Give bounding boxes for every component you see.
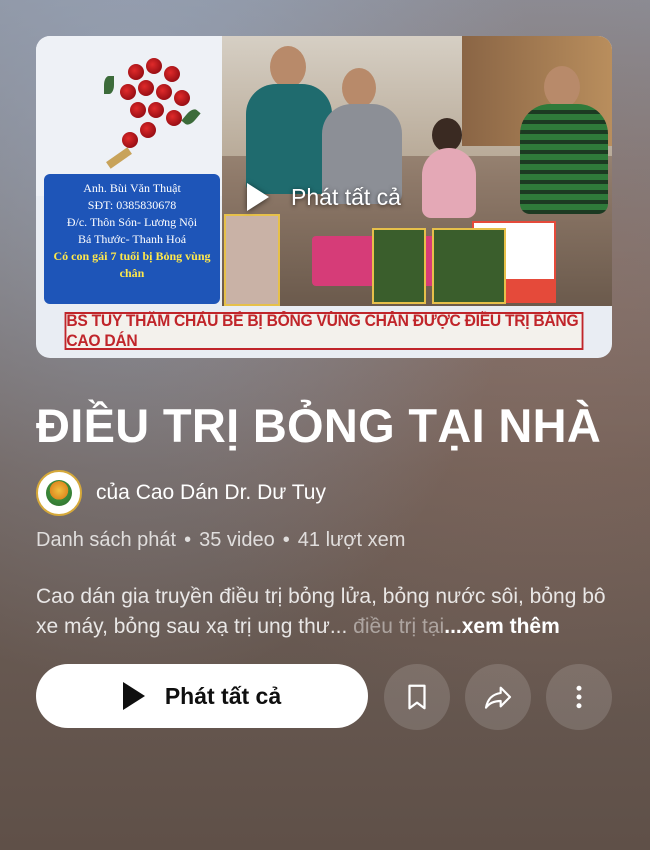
playlist-thumbnail[interactable]: Anh. Bùi Văn Thuật SĐT: 0385830678 Đ/c. …: [36, 36, 612, 358]
play-all-button[interactable]: Phát tất cả: [36, 664, 368, 728]
share-button[interactable]: [465, 664, 531, 730]
share-icon: [484, 686, 512, 709]
play-overlay-label: Phát tất cả: [291, 183, 401, 210]
channel-avatar[interactable]: [36, 470, 82, 516]
playlist-description[interactable]: Cao dán gia truyền điều trị bỏng lửa, bỏ…: [36, 582, 616, 642]
video-count: 35 video: [199, 529, 275, 551]
channel-link[interactable]: của Cao Dán Dr. Dư Tuy: [36, 470, 326, 516]
playlist-title: ĐIỀU TRỊ BỎNG TẠI NHÀ: [36, 399, 602, 452]
meta-separator: •: [184, 529, 192, 551]
playlist-meta: Danh sách phát • 35 video • 41 lượt xem: [36, 529, 405, 552]
meta-separator: •: [282, 529, 290, 551]
description-faded-text: điều trị tại: [347, 615, 445, 638]
save-playlist-button[interactable]: [384, 664, 450, 730]
show-more-link[interactable]: ...xem thêm: [444, 615, 560, 638]
play-icon: [247, 183, 270, 211]
more-vertical-icon: [576, 685, 582, 709]
playlist-type: Danh sách phát: [36, 529, 177, 551]
more-options-button[interactable]: [546, 664, 612, 730]
play-all-overlay[interactable]: Phát tất cả: [36, 36, 612, 358]
view-count: 41 lượt xem: [297, 529, 406, 551]
play-icon: [122, 682, 145, 710]
channel-name[interactable]: của Cao Dán Dr. Dư Tuy: [96, 481, 326, 505]
bookmark-icon: [408, 684, 426, 710]
play-all-label: Phát tất cả: [164, 682, 282, 709]
